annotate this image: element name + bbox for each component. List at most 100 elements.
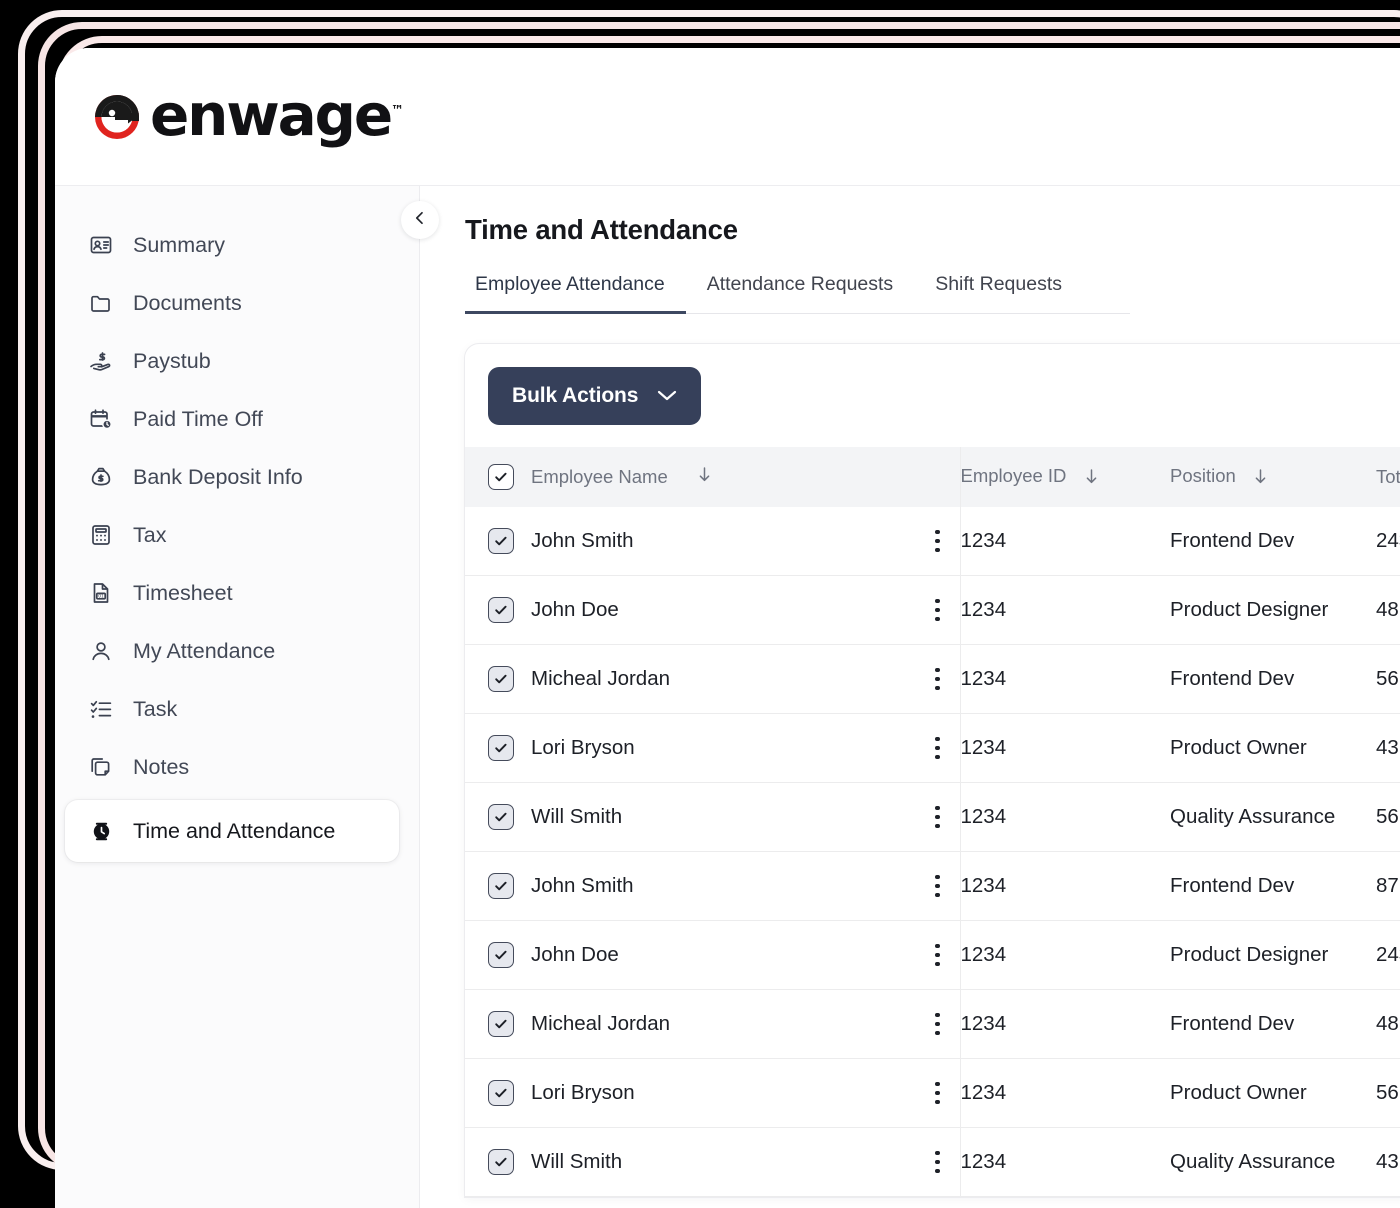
- cell-total-hours: 56: [1376, 1059, 1400, 1128]
- cell-row-actions: [915, 990, 960, 1059]
- sidebar-item-tax[interactable]: Tax: [65, 510, 399, 560]
- employee-attendance-table: Employee Name Employee ID: [465, 447, 1400, 1197]
- cell-employee-name: Will Smith: [465, 1128, 915, 1197]
- table-toolbar: Bulk Actions: [465, 344, 1400, 447]
- sidebar-item-label: Task: [133, 697, 177, 722]
- cell-position: Product Owner: [1170, 714, 1376, 783]
- sort-arrow-down-icon[interactable]: [697, 466, 712, 488]
- chevron-left-icon: [412, 210, 428, 231]
- cell-employee-id: 1234: [960, 714, 1170, 783]
- sidebar-item-my-attendance[interactable]: My Attendance: [65, 626, 399, 676]
- employee-name-text: John Doe: [531, 943, 619, 967]
- column-header-employee-id[interactable]: Employee ID: [960, 447, 1170, 507]
- row-select-checkbox[interactable]: [488, 1011, 514, 1037]
- tab-employee-attendance[interactable]: Employee Attendance: [465, 273, 686, 314]
- row-menu-button[interactable]: [915, 944, 960, 967]
- table-row[interactable]: John Doe1234Product Designer48: [465, 576, 1400, 645]
- cell-employee-name: John Smith: [465, 852, 915, 921]
- cell-employee-name: Micheal Jordan: [465, 645, 915, 714]
- row-select-checkbox[interactable]: [488, 597, 514, 623]
- sidebar-item-bank-deposit-info[interactable]: Bank Deposit Info: [65, 452, 399, 502]
- row-select-checkbox[interactable]: [488, 735, 514, 761]
- cell-employee-id: 1234: [960, 921, 1170, 990]
- column-label: Employee ID: [961, 465, 1067, 486]
- table-row[interactable]: Lori Bryson1234Product Owner43: [465, 714, 1400, 783]
- column-header-total-hours[interactable]: Total Hou: [1376, 447, 1400, 507]
- tab-shift-requests[interactable]: Shift Requests: [914, 273, 1083, 314]
- row-menu-button[interactable]: [915, 806, 960, 829]
- row-select-checkbox[interactable]: [488, 1149, 514, 1175]
- row-select-checkbox[interactable]: [488, 666, 514, 692]
- id-card-icon: [88, 232, 114, 258]
- row-menu-button[interactable]: [915, 668, 960, 691]
- sidebar-item-timesheet[interactable]: 01 Timesheet: [65, 568, 399, 618]
- cell-row-actions: [915, 714, 960, 783]
- main-content: Time and Attendance Employee Attendance …: [420, 186, 1400, 1208]
- table-row[interactable]: John Smith1234Frontend Dev87: [465, 852, 1400, 921]
- trademark-symbol: ™: [391, 104, 404, 119]
- cell-total-hours: 48: [1376, 990, 1400, 1059]
- row-select-checkbox[interactable]: [488, 942, 514, 968]
- row-select-checkbox[interactable]: [488, 804, 514, 830]
- sidebar-item-task[interactable]: Task: [65, 684, 399, 734]
- row-menu-button[interactable]: [915, 737, 960, 760]
- page-title: Time and Attendance: [465, 214, 1400, 246]
- app-window: enwage™ SOLUTIONS FOR THE MODERN WORKFOR…: [55, 48, 1400, 1208]
- sidebar-item-paystub[interactable]: Paystub: [65, 336, 399, 386]
- sidebar-item-notes[interactable]: Notes: [65, 742, 399, 792]
- brand-logo[interactable]: enwage™: [88, 88, 404, 146]
- table-row[interactable]: John Smith1234Frontend Dev243: [465, 507, 1400, 576]
- row-menu-button[interactable]: [915, 1151, 960, 1174]
- column-header-employee-name[interactable]: Employee Name: [465, 447, 915, 507]
- sidebar-item-paid-time-off[interactable]: Paid Time Off: [65, 394, 399, 444]
- cell-row-actions: [915, 921, 960, 990]
- row-select-checkbox[interactable]: [488, 873, 514, 899]
- cell-position: Frontend Dev: [1170, 507, 1376, 576]
- hand-money-icon: [88, 348, 114, 374]
- sidebar-item-documents[interactable]: Documents: [65, 278, 399, 328]
- table-row[interactable]: Micheal Jordan1234Frontend Dev48: [465, 990, 1400, 1059]
- sidebar-item-label: Time and Attendance: [133, 819, 335, 844]
- bulk-actions-button[interactable]: Bulk Actions: [488, 367, 701, 425]
- cell-total-hours: 48: [1376, 576, 1400, 645]
- table-row[interactable]: Lori Bryson1234Product Owner56: [465, 1059, 1400, 1128]
- tab-attendance-requests[interactable]: Attendance Requests: [686, 273, 914, 314]
- sort-arrow-down-icon[interactable]: [1253, 468, 1268, 490]
- checklist-icon: [88, 696, 114, 722]
- cell-row-actions: [915, 1059, 960, 1128]
- table-body: John Smith1234Frontend Dev243John Doe123…: [465, 507, 1400, 1197]
- employee-name-text: John Smith: [531, 874, 634, 898]
- table-row[interactable]: Will Smith1234Quality Assurance43: [465, 1128, 1400, 1197]
- row-select-checkbox[interactable]: [488, 528, 514, 554]
- row-menu-button[interactable]: [915, 1082, 960, 1105]
- cell-row-actions: [915, 1128, 960, 1197]
- cell-employee-name: Lori Bryson: [465, 1059, 915, 1128]
- select-all-checkbox[interactable]: [488, 464, 514, 490]
- column-label: Total Hou: [1376, 466, 1400, 487]
- table-row[interactable]: Micheal Jordan1234Frontend Dev56: [465, 645, 1400, 714]
- sidebar-item-summary[interactable]: Summary: [65, 220, 399, 270]
- row-select-checkbox[interactable]: [488, 1080, 514, 1106]
- cell-total-hours: 56: [1376, 783, 1400, 852]
- cell-employee-id: 1234: [960, 1059, 1170, 1128]
- bulk-actions-label: Bulk Actions: [512, 384, 638, 408]
- sidebar-item-label: My Attendance: [133, 639, 275, 664]
- sidebar-item-time-and-attendance[interactable]: Time and Attendance: [65, 800, 399, 862]
- row-menu-button[interactable]: [915, 1013, 960, 1036]
- calculator-icon: [88, 522, 114, 548]
- brand-word-text: enwage: [150, 81, 391, 149]
- cell-employee-id: 1234: [960, 1128, 1170, 1197]
- cell-position: Product Designer: [1170, 576, 1376, 645]
- table-row[interactable]: John Doe1234Product Designer243: [465, 921, 1400, 990]
- cell-employee-id: 1234: [960, 576, 1170, 645]
- tab-bar: Employee Attendance Attendance Requests …: [465, 272, 1130, 314]
- row-menu-button[interactable]: [915, 599, 960, 622]
- attendance-table-card: Bulk Actions: [465, 344, 1400, 1197]
- row-menu-button[interactable]: [915, 875, 960, 898]
- sidebar-collapse-button[interactable]: [401, 201, 439, 239]
- table-row[interactable]: Will Smith1234Quality Assurance56: [465, 783, 1400, 852]
- cell-employee-id: 1234: [960, 852, 1170, 921]
- column-header-position[interactable]: Position: [1170, 447, 1376, 507]
- row-menu-button[interactable]: [915, 530, 960, 553]
- sort-arrow-down-icon[interactable]: [1084, 468, 1099, 490]
